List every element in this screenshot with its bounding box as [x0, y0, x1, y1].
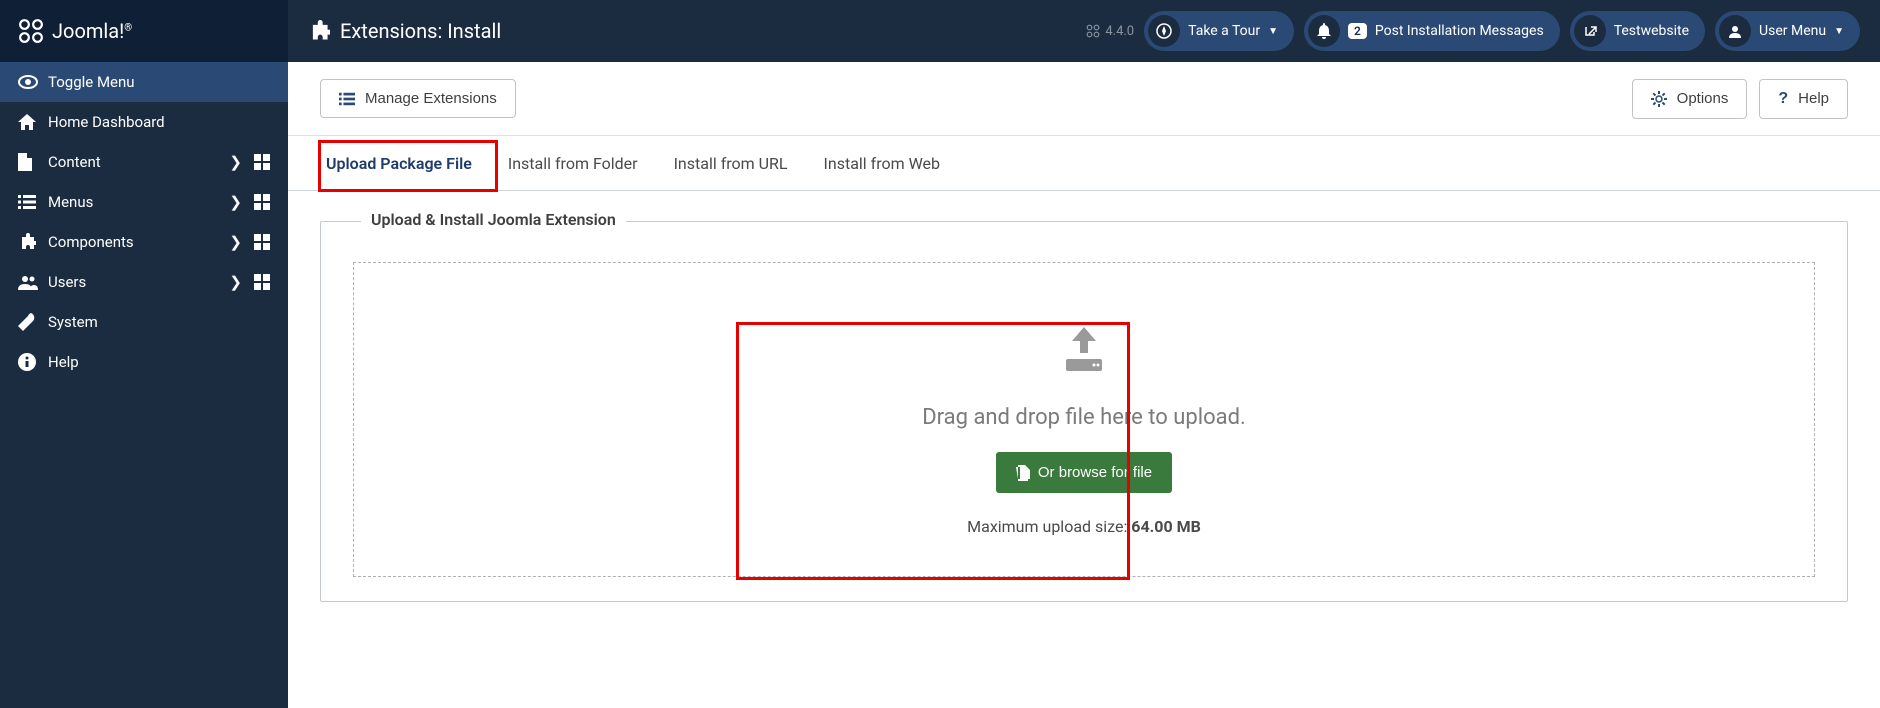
site-link-button[interactable]: Testwebsite: [1570, 11, 1705, 51]
help-label: Help: [1798, 90, 1829, 107]
chevron-right-icon: ❯: [229, 153, 242, 171]
chevron-right-icon: ❯: [229, 273, 242, 291]
puzzle-icon: [308, 20, 330, 42]
user-menu-label: User Menu: [1759, 23, 1826, 39]
tab-install-web[interactable]: Install from Web: [806, 136, 959, 190]
notifications-button[interactable]: 2 Post Installation Messages: [1304, 11, 1560, 51]
grid-icon[interactable]: [254, 154, 270, 170]
drop-text: Drag and drop file here to upload.: [922, 405, 1246, 430]
external-link-icon: [1583, 24, 1597, 38]
tab-install-url[interactable]: Install from URL: [656, 136, 806, 190]
dropzone[interactable]: Drag and drop file here to upload. Or br…: [353, 262, 1815, 577]
logo[interactable]: Joomla!®: [0, 0, 288, 62]
take-tour-label: Take a Tour: [1188, 23, 1260, 39]
sidebar-home-label: Home Dashboard: [48, 113, 270, 131]
sidebar-home[interactable]: Home Dashboard: [0, 102, 288, 142]
fieldset-legend: Upload & Install Joomla Extension: [361, 210, 626, 229]
list-icon: [339, 92, 355, 106]
version-text[interactable]: 4.4.0: [1086, 24, 1134, 39]
help-button[interactable]: ? Help: [1759, 79, 1848, 119]
file-icon: [1016, 465, 1030, 481]
joomla-icon: [18, 18, 44, 44]
puzzle-icon: [18, 233, 36, 251]
home-icon: [18, 114, 36, 130]
upload-icon: [1058, 323, 1110, 375]
browse-label: Or browse for file: [1038, 464, 1152, 481]
upload-fieldset: Upload & Install Joomla Extension Drag a…: [320, 221, 1848, 602]
content-area: Upload & Install Joomla Extension Drag a…: [288, 191, 1880, 632]
sidebar-system[interactable]: System: [0, 302, 288, 342]
main: Extensions: Install 4.4.0 Take a Tour ▼ …: [288, 0, 1880, 708]
user-icon: [1728, 24, 1742, 38]
sidebar-system-label: System: [48, 313, 270, 331]
sidebar-content-label: Content: [48, 153, 229, 171]
grid-icon[interactable]: [254, 274, 270, 290]
page-title-text: Extensions: Install: [340, 19, 501, 43]
sidebar-menus[interactable]: Menus ❯: [0, 182, 288, 222]
chevron-right-icon: ❯: [229, 193, 242, 211]
sidebar-content[interactable]: Content ❯: [0, 142, 288, 182]
question-icon: ?: [1778, 90, 1788, 108]
chevron-down-icon: ▼: [1268, 26, 1278, 37]
user-menu-button[interactable]: User Menu ▼: [1715, 11, 1860, 51]
toolbar: Manage Extensions Options ? Help: [288, 62, 1880, 136]
logo-text: Joomla!®: [52, 19, 132, 43]
notif-count: 2: [1348, 23, 1367, 39]
sidebar: Joomla!® Toggle Menu Home Dashboard Cont…: [0, 0, 288, 708]
wrench-icon: [18, 313, 36, 331]
sidebar-help-label: Help: [48, 353, 270, 371]
browse-file-button[interactable]: Or browse for file: [996, 452, 1172, 493]
sidebar-users-label: Users: [48, 273, 229, 291]
grid-icon[interactable]: [254, 194, 270, 210]
compass-icon: [1156, 23, 1172, 39]
users-icon: [18, 274, 38, 290]
manage-label: Manage Extensions: [365, 90, 497, 107]
toggle-icon: [18, 75, 38, 89]
chevron-right-icon: ❯: [229, 233, 242, 251]
header: Extensions: Install 4.4.0 Take a Tour ▼ …: [288, 0, 1880, 62]
bell-icon: [1317, 23, 1331, 39]
sidebar-users[interactable]: Users ❯: [0, 262, 288, 302]
tab-install-folder[interactable]: Install from Folder: [490, 136, 656, 190]
chevron-down-icon: ▼: [1834, 26, 1844, 37]
sidebar-components[interactable]: Components ❯: [0, 222, 288, 262]
sidebar-toggle-label: Toggle Menu: [48, 73, 270, 91]
options-label: Options: [1677, 90, 1729, 107]
sidebar-toggle-menu[interactable]: Toggle Menu: [0, 62, 288, 102]
options-button[interactable]: Options: [1632, 79, 1748, 119]
sidebar-help[interactable]: Help: [0, 342, 288, 382]
sidebar-components-label: Components: [48, 233, 229, 251]
manage-extensions-button[interactable]: Manage Extensions: [320, 79, 516, 118]
site-name-label: Testwebsite: [1614, 23, 1689, 39]
take-tour-button[interactable]: Take a Tour ▼: [1144, 11, 1294, 51]
page-title: Extensions: Install: [308, 19, 501, 43]
post-install-label: Post Installation Messages: [1375, 23, 1544, 39]
info-icon: [18, 353, 36, 371]
tab-upload-package[interactable]: Upload Package File: [308, 136, 490, 190]
upload-size-text: Maximum upload size: 64.00 MB: [967, 517, 1201, 536]
joomla-small-icon: [1086, 24, 1100, 38]
tabs: Upload Package File Install from Folder …: [288, 136, 1880, 191]
sidebar-menus-label: Menus: [48, 193, 229, 211]
version-label: 4.4.0: [1105, 24, 1134, 39]
list-icon: [18, 195, 36, 209]
gear-icon: [1651, 91, 1667, 107]
file-icon: [18, 153, 32, 171]
grid-icon[interactable]: [254, 234, 270, 250]
